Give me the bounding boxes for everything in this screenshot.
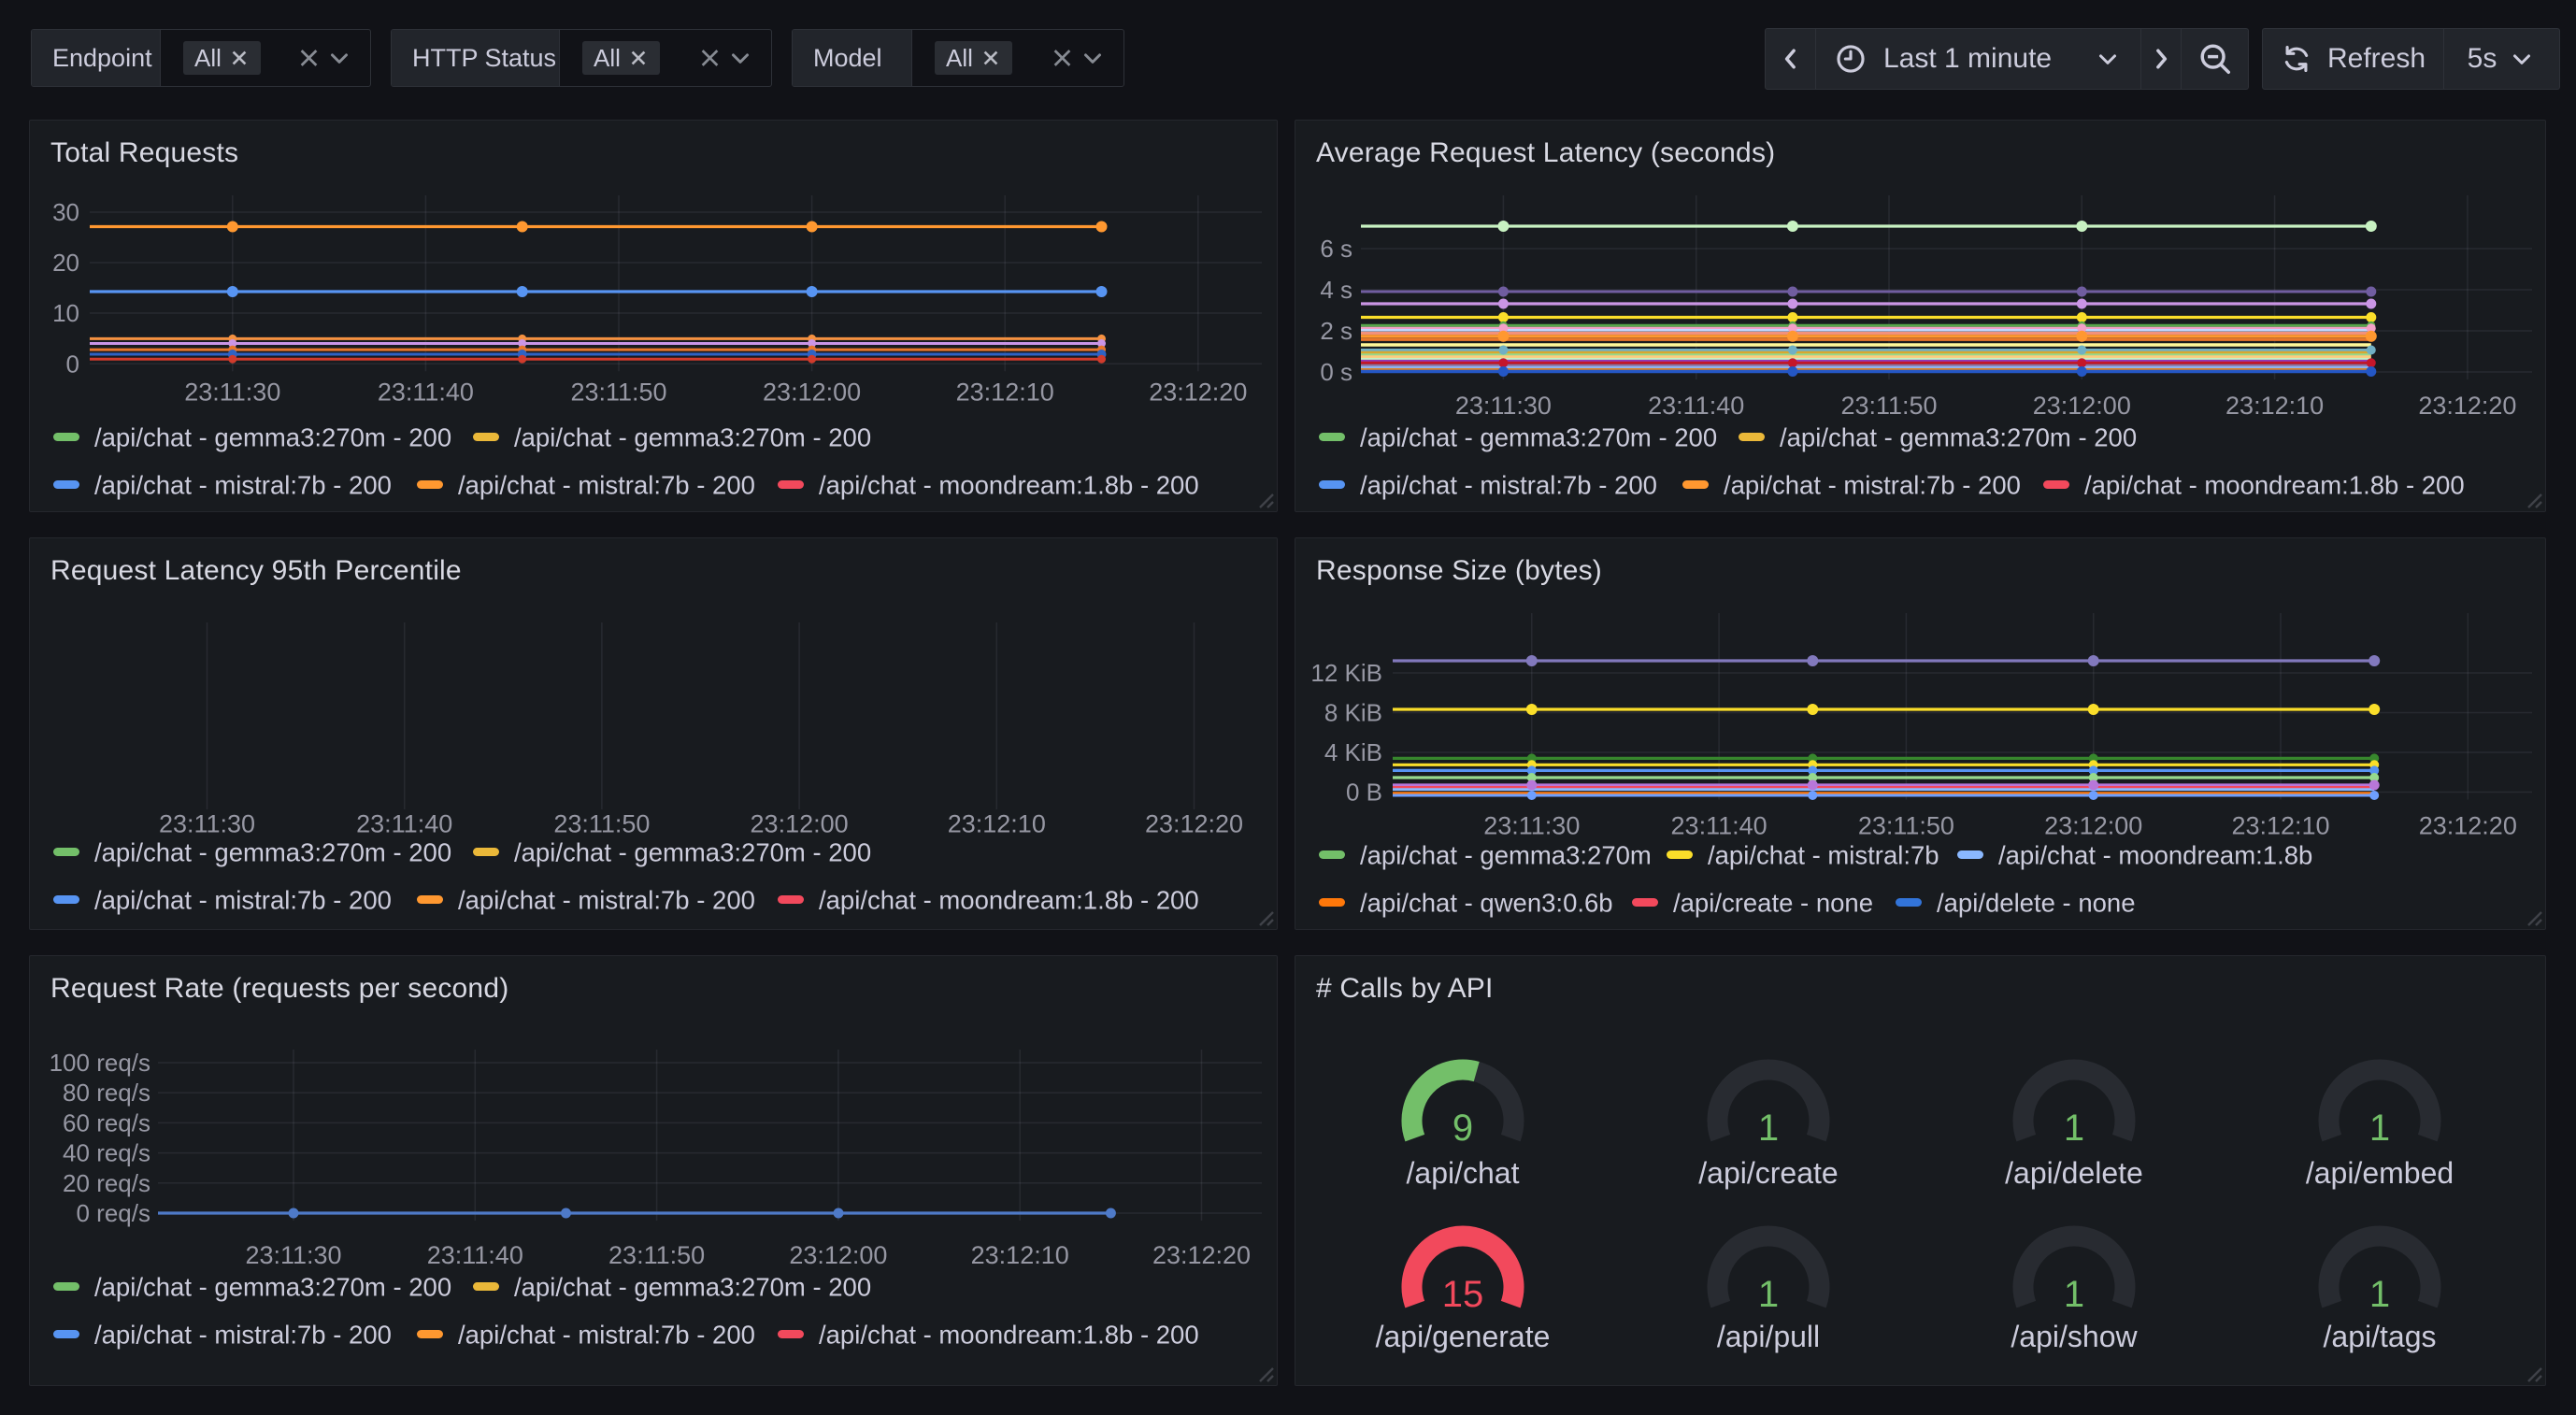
svg-text:23:12:20: 23:12:20	[2418, 392, 2516, 420]
svg-text:/api/chat - mistral:7b - 200: /api/chat - mistral:7b - 200	[94, 471, 392, 500]
svg-text:8 KiB: 8 KiB	[1324, 699, 1382, 727]
svg-text:/api/chat - gemma3:270m - 200: /api/chat - gemma3:270m - 200	[514, 1273, 871, 1302]
svg-text:/api/chat - qwen3:0.6b: /api/chat - qwen3:0.6b	[1360, 889, 1613, 918]
svg-text:23:11:50: 23:11:50	[570, 379, 666, 407]
svg-text:/api/chat - gemma3:270m - 200: /api/chat - gemma3:270m - 200	[1780, 423, 2137, 452]
svg-text:23:12:20: 23:12:20	[1145, 809, 1243, 837]
svg-text:23:11:30: 23:11:30	[1455, 392, 1552, 420]
svg-text:/api/pull: /api/pull	[1717, 1320, 1820, 1353]
svg-text:23:12:10: 23:12:10	[2225, 392, 2324, 420]
svg-text:/api/create - none: /api/create - none	[1673, 889, 1873, 918]
svg-text:/api/embed: /api/embed	[2306, 1156, 2454, 1190]
svg-text:/api/chat - gemma3:270m: /api/chat - gemma3:270m	[1360, 841, 1652, 870]
svg-text:20 req/s: 20 req/s	[63, 1169, 150, 1197]
svg-text:/api/create: /api/create	[1698, 1156, 1838, 1190]
svg-text:23:12:00: 23:12:00	[2033, 392, 2131, 420]
svg-text:/api/chat - gemma3:270m - 200: /api/chat - gemma3:270m - 200	[94, 838, 451, 867]
svg-text:23:11:40: 23:11:40	[1671, 812, 1767, 840]
svg-text:/api/delete: /api/delete	[2005, 1156, 2143, 1190]
svg-text:/api/chat - mistral:7b - 200: /api/chat - mistral:7b - 200	[1360, 471, 1657, 500]
svg-text:1: 1	[2064, 1108, 2084, 1149]
svg-text:6 s: 6 s	[1320, 235, 1352, 263]
svg-text:40 req/s: 40 req/s	[63, 1139, 150, 1167]
svg-text:23:11:50: 23:11:50	[1858, 812, 1954, 840]
svg-text:23:12:20: 23:12:20	[1149, 379, 1247, 407]
svg-text:20: 20	[52, 249, 79, 277]
svg-text:/api/generate: /api/generate	[1376, 1320, 1551, 1353]
svg-text:23:12:20: 23:12:20	[2419, 812, 2517, 840]
svg-text:0 B: 0 B	[1346, 779, 1382, 807]
svg-text:10: 10	[52, 299, 79, 327]
svg-text:1: 1	[2369, 1108, 2390, 1149]
svg-text:15: 15	[1442, 1274, 1484, 1315]
svg-text:/api/tags: /api/tags	[2324, 1320, 2437, 1353]
svg-text:23:12:00: 23:12:00	[763, 379, 861, 407]
svg-text:4 KiB: 4 KiB	[1324, 738, 1382, 766]
svg-text:/api/chat - moondream:1.8b - 2: /api/chat - moondream:1.8b - 200	[819, 886, 1199, 915]
svg-text:/api/chat - gemma3:270m - 200: /api/chat - gemma3:270m - 200	[514, 838, 871, 867]
svg-text:100 req/s: 100 req/s	[50, 1049, 150, 1077]
svg-text:/api/show: /api/show	[2011, 1320, 2138, 1353]
svg-text:1: 1	[1758, 1108, 1779, 1149]
svg-text:/api/chat - mistral:7b: /api/chat - mistral:7b	[1708, 841, 1939, 870]
svg-text:/api/chat - mistral:7b - 200: /api/chat - mistral:7b - 200	[94, 886, 392, 915]
svg-text:23:12:10: 23:12:10	[956, 379, 1054, 407]
svg-text:23:12:00: 23:12:00	[2044, 812, 2142, 840]
svg-text:23:11:50: 23:11:50	[608, 1241, 705, 1269]
svg-text:/api/chat - moondream:1.8b - 2: /api/chat - moondream:1.8b - 200	[819, 1321, 1199, 1350]
svg-text:/api/chat - moondream:1.8b - 2: /api/chat - moondream:1.8b - 200	[819, 471, 1199, 500]
svg-text:1: 1	[2369, 1274, 2390, 1315]
svg-text:2 s: 2 s	[1320, 317, 1352, 345]
svg-text:23:11:40: 23:11:40	[356, 809, 452, 837]
svg-text:12 KiB: 12 KiB	[1310, 659, 1382, 687]
svg-text:1: 1	[2064, 1274, 2084, 1315]
svg-text:23:12:10: 23:12:10	[948, 809, 1046, 837]
svg-text:23:12:10: 23:12:10	[2231, 812, 2329, 840]
svg-text:60 req/s: 60 req/s	[63, 1108, 150, 1136]
svg-text:/api/chat - gemma3:270m - 200: /api/chat - gemma3:270m - 200	[94, 1273, 451, 1302]
svg-text:/api/chat - mistral:7b - 200: /api/chat - mistral:7b - 200	[1724, 471, 2021, 500]
svg-text:/api/chat - gemma3:270m - 200: /api/chat - gemma3:270m - 200	[94, 423, 451, 452]
svg-text:23:11:30: 23:11:30	[1483, 812, 1580, 840]
svg-text:/api/chat - moondream:1.8b: /api/chat - moondream:1.8b	[1998, 841, 2312, 870]
svg-text:30: 30	[52, 198, 79, 226]
svg-text:/api/chat - gemma3:270m - 200: /api/chat - gemma3:270m - 200	[1360, 423, 1717, 452]
svg-text:/api/delete - none: /api/delete - none	[1937, 889, 2136, 918]
svg-text:/api/chat - moondream:1.8b - 2: /api/chat - moondream:1.8b - 200	[2084, 471, 2465, 500]
svg-text:23:11:30: 23:11:30	[159, 809, 255, 837]
svg-text:/api/chat: /api/chat	[1407, 1156, 1520, 1190]
svg-text:23:11:50: 23:11:50	[1840, 392, 1937, 420]
svg-text:/api/chat - gemma3:270m - 200: /api/chat - gemma3:270m - 200	[514, 423, 871, 452]
svg-text:23:11:30: 23:11:30	[245, 1241, 341, 1269]
svg-text:80 req/s: 80 req/s	[63, 1079, 150, 1107]
svg-text:/api/chat - mistral:7b - 200: /api/chat - mistral:7b - 200	[458, 471, 755, 500]
svg-text:23:12:20: 23:12:20	[1152, 1241, 1251, 1269]
svg-text:1: 1	[1758, 1274, 1779, 1315]
svg-text:/api/chat - mistral:7b - 200: /api/chat - mistral:7b - 200	[94, 1321, 392, 1350]
svg-text:0: 0	[66, 350, 79, 378]
svg-text:23:12:00: 23:12:00	[789, 1241, 887, 1269]
svg-text:/api/chat - mistral:7b - 200: /api/chat - mistral:7b - 200	[458, 886, 755, 915]
svg-text:/api/chat - mistral:7b - 200: /api/chat - mistral:7b - 200	[458, 1321, 755, 1350]
svg-text:23:11:30: 23:11:30	[184, 379, 280, 407]
svg-text:23:12:10: 23:12:10	[971, 1241, 1069, 1269]
svg-text:23:11:40: 23:11:40	[427, 1241, 523, 1269]
svg-text:0 s: 0 s	[1320, 358, 1352, 386]
svg-text:23:11:50: 23:11:50	[553, 809, 650, 837]
svg-text:0 req/s: 0 req/s	[77, 1199, 151, 1227]
svg-text:9: 9	[1453, 1108, 1473, 1149]
svg-text:23:11:40: 23:11:40	[1648, 392, 1744, 420]
svg-text:23:12:00: 23:12:00	[751, 809, 849, 837]
svg-text:23:11:40: 23:11:40	[378, 379, 474, 407]
svg-text:4 s: 4 s	[1320, 276, 1352, 304]
